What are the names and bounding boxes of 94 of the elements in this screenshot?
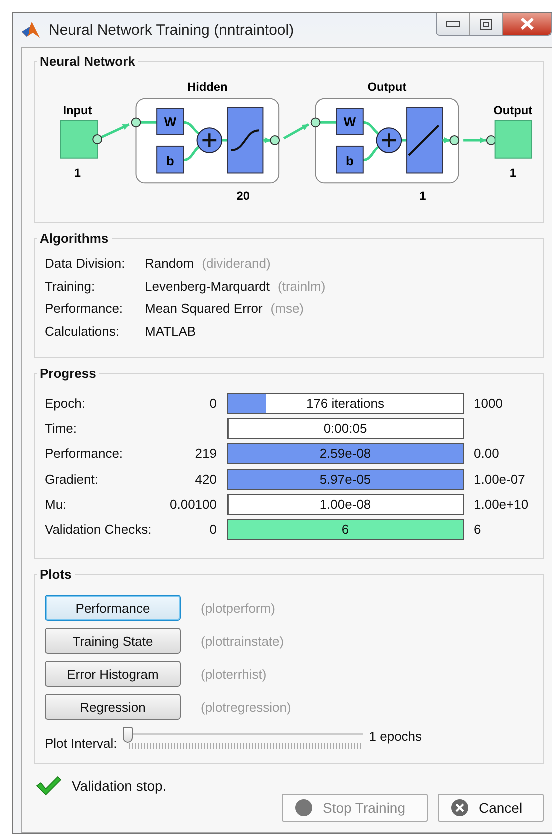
progress-reading: 5.97e-05 xyxy=(320,472,372,487)
sum-icon xyxy=(196,128,223,154)
progress-reading: 6 xyxy=(342,522,350,538)
connector-arrow xyxy=(283,124,310,140)
layer-label: Hidden xyxy=(188,80,228,94)
input-node xyxy=(60,120,98,159)
function-name: (trainlm) xyxy=(278,278,326,294)
weight-label: W xyxy=(164,114,177,130)
weight-block xyxy=(156,108,184,136)
sigmoid-icon xyxy=(231,130,260,152)
connector-node xyxy=(92,134,103,144)
plot-button[interactable]: Regression xyxy=(45,694,181,720)
panel-title: Progress xyxy=(39,366,98,380)
restore-icon xyxy=(480,18,492,30)
restore-button[interactable] xyxy=(470,13,503,35)
weight-block xyxy=(336,108,364,136)
start-value: 0 xyxy=(210,396,217,411)
end-value: 0.00 xyxy=(474,446,500,462)
sum-icon xyxy=(376,128,402,154)
algorithm-value: Levenberg-Marquardt xyxy=(145,278,270,294)
close-icon xyxy=(520,18,534,30)
layer-size: 20 xyxy=(236,189,250,204)
start-value: 0 xyxy=(210,522,217,538)
connector-node xyxy=(131,118,142,128)
start-value: 420 xyxy=(195,472,217,487)
matlab-logo-icon xyxy=(21,20,41,40)
plot-interval-label: Plot Interval: xyxy=(45,736,118,752)
start-value: 219 xyxy=(195,446,217,462)
function-name: (ploterrhist) xyxy=(201,666,267,682)
bias-block xyxy=(336,146,364,174)
layer-label: Output xyxy=(368,80,407,94)
checkmark-icon xyxy=(36,776,62,796)
panel-title: Algorithms xyxy=(39,231,110,246)
function-name: (plotregression) xyxy=(201,700,292,715)
plot-button[interactable]: Training State xyxy=(45,628,181,654)
input-label: Input xyxy=(63,104,92,118)
connector-node xyxy=(310,118,321,128)
input-size: 1 xyxy=(74,166,82,180)
output-node xyxy=(494,120,532,159)
function-name: (plottrainstate) xyxy=(201,634,284,649)
output-label: Output xyxy=(494,104,533,118)
start-value: 0.00100 xyxy=(170,496,217,512)
window-title: Neural Network Training (nntraintool) xyxy=(49,22,294,38)
close-button[interactable] xyxy=(503,13,551,35)
plot-button[interactable]: Error Histogram xyxy=(45,661,181,688)
stop-icon xyxy=(295,799,313,818)
connector-node xyxy=(270,136,280,146)
status-message: Validation stop. xyxy=(72,778,167,794)
minimize-button[interactable] xyxy=(437,13,470,35)
algorithm-label: Training: xyxy=(45,278,96,294)
connector-arrow xyxy=(101,124,130,139)
output-size: 1 xyxy=(510,166,516,180)
transfer-function-block xyxy=(406,107,444,174)
algorithm-value: Mean Squared Error xyxy=(145,301,263,316)
progress-reading: 0:00:05 xyxy=(324,420,368,436)
progress-label: Mu: xyxy=(45,496,68,512)
minimize-icon xyxy=(446,21,460,27)
bias-label: b xyxy=(166,153,174,168)
panel-title: Neural Network xyxy=(39,54,136,69)
progress-label: Gradient: xyxy=(45,472,100,487)
function-name: (plotperform) xyxy=(201,600,276,616)
progress-reading: 176 iterations xyxy=(306,396,385,411)
bias-block xyxy=(156,146,184,174)
function-name: (mse) xyxy=(270,301,304,316)
connector-node xyxy=(450,136,460,146)
cancel-icon xyxy=(451,799,469,818)
cancel-button[interactable]: Cancel xyxy=(438,794,544,822)
end-value: 6 xyxy=(474,522,482,538)
progress-label: Performance: xyxy=(45,446,124,462)
plot-interval-reading: 1 epochs xyxy=(369,729,422,744)
connector-node xyxy=(486,136,496,146)
end-value: 1.00e-07 xyxy=(474,472,526,487)
algorithm-value: Random xyxy=(145,256,194,271)
linear-icon xyxy=(408,124,440,156)
panel-title: Plots xyxy=(39,567,73,582)
function-name: (dividerand) xyxy=(202,256,271,271)
algorithm-value: MATLAB xyxy=(145,324,196,338)
weight-label: W xyxy=(344,114,356,130)
end-value: 1000 xyxy=(474,396,503,411)
plot-button[interactable]: Performance xyxy=(45,595,181,622)
algorithm-label: Performance: xyxy=(45,301,124,316)
slider-thumb[interactable] xyxy=(123,727,134,744)
progress-label: Validation Checks: xyxy=(45,522,153,538)
transfer-function-block xyxy=(227,107,264,174)
progress-reading: 2.59e-08 xyxy=(320,446,372,462)
algorithm-label: Calculations: xyxy=(45,324,120,338)
progress-label: Epoch: xyxy=(45,396,86,411)
algorithm-label: Data Division: xyxy=(45,256,126,271)
layer-size: 1 xyxy=(420,189,426,204)
end-value: 1.00e+10 xyxy=(474,496,529,512)
connector-arrow xyxy=(464,138,486,144)
progress-reading: 1.00e-08 xyxy=(320,496,372,512)
bias-label: b xyxy=(346,153,354,168)
progress-label: Time: xyxy=(45,420,78,436)
